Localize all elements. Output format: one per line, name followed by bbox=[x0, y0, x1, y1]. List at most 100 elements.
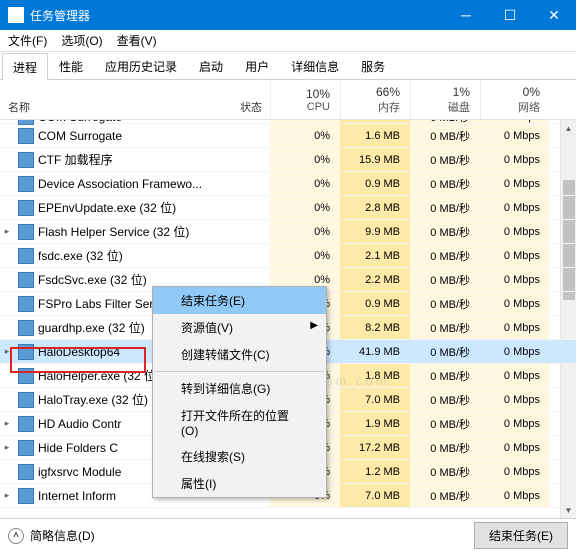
expand-icon[interactable]: ▸ bbox=[0, 490, 14, 501]
window-title: 任务管理器 bbox=[30, 7, 444, 24]
cpu-cell: 0% bbox=[270, 196, 340, 219]
column-headers: 名称 状态 10%CPU 66%内存 1%磁盘 0%网络 bbox=[0, 80, 576, 120]
net-cell: 0 Mbps bbox=[480, 412, 550, 435]
tab-1[interactable]: 性能 bbox=[48, 52, 94, 79]
mem-cell: 2.2 MB bbox=[340, 268, 410, 291]
col-cpu[interactable]: 10%CPU bbox=[270, 80, 340, 119]
disk-cell: 0 MB/秒 bbox=[410, 364, 480, 387]
mem-cell: 9.9 MB bbox=[340, 220, 410, 243]
disk-cell: 0 MB/秒 bbox=[410, 244, 480, 267]
mem-cell: 1.9 MB bbox=[340, 412, 410, 435]
tab-6[interactable]: 服务 bbox=[350, 52, 396, 79]
tab-5[interactable]: 详细信息 bbox=[280, 52, 350, 79]
menu-item[interactable]: 打开文件所在的位置(O) bbox=[153, 402, 326, 443]
table-row[interactable]: ▸Flash Helper Service (32 位)0%9.9 MB0 MB… bbox=[0, 220, 576, 244]
menu-view[interactable]: 查看(V) bbox=[117, 32, 157, 49]
process-icon bbox=[18, 440, 34, 456]
process-icon bbox=[18, 392, 34, 408]
table-row[interactable]: CTF 加载程序0%15.9 MB0 MB/秒0 Mbps bbox=[0, 148, 576, 172]
net-cell: 0 Mbps bbox=[480, 436, 550, 459]
process-icon bbox=[18, 176, 34, 192]
process-icon bbox=[18, 320, 34, 336]
cpu-cell: 0% bbox=[270, 148, 340, 171]
expand-icon[interactable]: ▸ bbox=[0, 442, 14, 453]
net-cell: 0 Mbps bbox=[480, 460, 550, 483]
disk-cell: 0 MB/秒 bbox=[410, 436, 480, 459]
maximize-button[interactable]: ☐ bbox=[488, 0, 532, 30]
minimize-button[interactable]: ─ bbox=[444, 0, 488, 30]
fewer-details[interactable]: ˄ 简略信息(D) bbox=[8, 527, 95, 544]
menu-item[interactable]: 创建转储文件(C) bbox=[153, 341, 326, 368]
menu-options[interactable]: 选项(O) bbox=[61, 32, 102, 49]
menu-item[interactable]: 资源值(V)▶ bbox=[153, 314, 326, 341]
mem-cell: 0.9 MB bbox=[340, 172, 410, 195]
process-icon bbox=[18, 224, 34, 240]
disk-cell: 0 MB/秒 bbox=[410, 268, 480, 291]
table-row[interactable]: EPEnvUpdate.exe (32 位)0%2.8 MB0 MB/秒0 Mb… bbox=[0, 196, 576, 220]
tab-3[interactable]: 启动 bbox=[188, 52, 234, 79]
disk-cell: 0 MB/秒 bbox=[410, 124, 480, 147]
menu-item[interactable]: 属性(I) bbox=[153, 470, 326, 497]
tab-0[interactable]: 进程 bbox=[2, 53, 48, 80]
disk-cell: 0 MB/秒 bbox=[410, 388, 480, 411]
net-cell: 0 Mbps bbox=[480, 388, 550, 411]
menubar: 文件(F) 选项(O) 查看(V) bbox=[0, 30, 576, 52]
disk-cell: 0 MB/秒 bbox=[410, 340, 480, 363]
menu-file[interactable]: 文件(F) bbox=[8, 32, 47, 49]
net-cell: 0 Mbps bbox=[480, 220, 550, 243]
process-icon bbox=[18, 464, 34, 480]
col-name[interactable]: 名称 bbox=[0, 80, 210, 119]
table-row[interactable]: Device Association Framewo...0%0.9 MB0 M… bbox=[0, 172, 576, 196]
disk-cell: 0 MB/秒 bbox=[410, 484, 480, 507]
menu-item[interactable]: 转到详细信息(G) bbox=[153, 375, 326, 402]
table-row[interactable]: fsdc.exe (32 位)0%2.1 MB0 MB/秒0 Mbps bbox=[0, 244, 576, 268]
expand-icon[interactable]: ▸ bbox=[0, 346, 14, 357]
col-mem[interactable]: 66%内存 bbox=[340, 80, 410, 119]
process-name: Flash Helper Service (32 位) bbox=[38, 223, 210, 240]
net-cell: 0 Mbps bbox=[480, 340, 550, 363]
expand-icon[interactable]: ▸ bbox=[0, 418, 14, 429]
disk-cell: 0 MB/秒 bbox=[410, 292, 480, 315]
mem-cell: 41.9 MB bbox=[340, 340, 410, 363]
end-task-button[interactable]: 结束任务(E) bbox=[474, 522, 568, 549]
mem-cell: 17.2 MB bbox=[340, 436, 410, 459]
cpu-cell: 0% bbox=[270, 244, 340, 267]
process-name: fsdc.exe (32 位) bbox=[38, 247, 210, 264]
col-net[interactable]: 0%网络 bbox=[480, 80, 550, 119]
net-cell: 0 Mbps bbox=[480, 124, 550, 147]
process-icon bbox=[18, 200, 34, 216]
disk-cell: 0 MB/秒 bbox=[410, 316, 480, 339]
process-icon bbox=[18, 368, 34, 384]
close-button[interactable]: ✕ bbox=[532, 0, 576, 30]
process-icon bbox=[18, 344, 34, 360]
menu-item[interactable]: 结束任务(E) bbox=[153, 287, 326, 314]
mem-cell: 7.0 MB bbox=[340, 388, 410, 411]
mem-cell: 7.0 MB bbox=[340, 484, 410, 507]
col-status[interactable]: 状态 bbox=[210, 80, 270, 119]
cpu-cell: 0% bbox=[270, 220, 340, 243]
net-cell: 0 Mbps bbox=[480, 364, 550, 387]
expand-icon[interactable]: ▸ bbox=[0, 226, 14, 237]
disk-cell: 0 MB/秒 bbox=[410, 148, 480, 171]
process-icon bbox=[18, 272, 34, 288]
mem-cell: 15.9 MB bbox=[340, 148, 410, 171]
mem-cell: 8.2 MB bbox=[340, 316, 410, 339]
menu-item[interactable]: 在线搜索(S) bbox=[153, 443, 326, 470]
disk-cell: 0 MB/秒 bbox=[410, 412, 480, 435]
disk-cell: 0 MB/秒 bbox=[410, 172, 480, 195]
titlebar[interactable]: 任务管理器 ─ ☐ ✕ bbox=[0, 0, 576, 30]
tabs: 进程性能应用历史记录启动用户详细信息服务 bbox=[0, 52, 576, 80]
net-cell: 0 Mbps bbox=[480, 196, 550, 219]
tab-2[interactable]: 应用历史记录 bbox=[94, 52, 188, 79]
table-row[interactable]: COM Surrogate0%1.6 MB0 MB/秒0 Mbps bbox=[0, 124, 576, 148]
process-name: EPEnvUpdate.exe (32 位) bbox=[38, 199, 210, 216]
col-disk[interactable]: 1%磁盘 bbox=[410, 80, 480, 119]
context-menu: 结束任务(E)资源值(V)▶创建转储文件(C) 转到详细信息(G)打开文件所在的位… bbox=[152, 286, 327, 498]
process-icon bbox=[18, 296, 34, 312]
process-icon bbox=[18, 248, 34, 264]
tab-4[interactable]: 用户 bbox=[234, 52, 280, 79]
net-cell: 0 Mbps bbox=[480, 292, 550, 315]
mem-cell: 1.2 MB bbox=[340, 460, 410, 483]
process-name: CTF 加载程序 bbox=[38, 151, 210, 168]
process-icon bbox=[18, 488, 34, 504]
